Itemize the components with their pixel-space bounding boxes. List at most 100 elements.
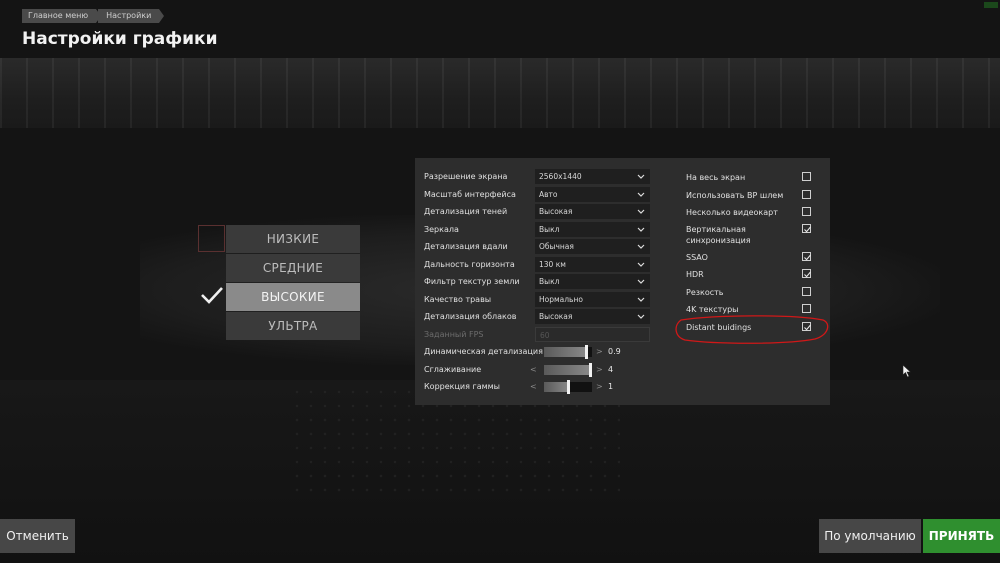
select-value: Выкл <box>539 224 560 234</box>
select-value: Авто <box>539 189 558 199</box>
slider-value: 0.9 <box>608 347 621 356</box>
arrow-left-icon[interactable]: < <box>530 378 537 395</box>
checkbox[interactable] <box>802 190 811 199</box>
slider-handle[interactable] <box>589 362 592 377</box>
setting-shadows: Детализация теней Высокая <box>424 203 650 220</box>
option-label: Вертикальная синхронизация <box>686 225 751 245</box>
checkbox[interactable] <box>802 224 811 233</box>
checkbox[interactable] <box>802 172 811 181</box>
setting-fps-limit: Заданный FPS 60 <box>424 326 650 343</box>
setting-clouds: Детализация облаков Высокая <box>424 308 650 325</box>
setting-label: Зеркала <box>424 224 459 234</box>
setting-label: Дальность горизонта <box>424 259 515 269</box>
option-label: Резкость <box>686 288 724 297</box>
arrow-right-icon[interactable]: > <box>596 361 603 378</box>
antialiasing-slider[interactable] <box>544 362 592 377</box>
setting-label: Детализация облаков <box>424 312 517 321</box>
red-highlight-circle <box>675 315 829 344</box>
checkmark-icon <box>804 271 811 278</box>
shadows-select[interactable]: Высокая <box>535 204 650 219</box>
checkbox[interactable] <box>802 287 811 296</box>
option-label: HDR <box>686 270 704 279</box>
breadcrumb: Главное меню Настройки <box>22 9 165 23</box>
fps-limit-input: 60 <box>535 326 650 342</box>
chevron-down-icon <box>637 192 645 197</box>
resolution-select[interactable]: 2560x1440 <box>535 169 650 184</box>
arrow-right-icon[interactable]: > <box>596 343 603 360</box>
setting-label: Заданный FPS <box>424 329 484 339</box>
gamma-slider[interactable] <box>544 380 592 394</box>
setting-grass: Качество травы Нормально <box>424 291 650 308</box>
preset-high[interactable]: ВЫСОКИЕ <box>226 283 360 311</box>
setting-antialiasing: Сглаживание < > 4 <box>424 361 649 378</box>
setting-ui-scale: Масштаб интерфейса Авто <box>424 186 650 203</box>
slider-value: 1 <box>608 382 614 391</box>
checkbox[interactable] <box>802 269 811 278</box>
setting-mirrors: Зеркала Выкл <box>424 221 650 238</box>
checkbox[interactable] <box>802 207 811 216</box>
cancel-button[interactable]: Отменить <box>0 519 75 553</box>
setting-distant-detail: Детализация вдали Обычная <box>424 238 650 255</box>
setting-dynamic-detail: Динамическая детализация > 0.9 <box>424 343 649 360</box>
preset-medium[interactable]: СРЕДНИЕ <box>226 254 360 282</box>
setting-label: Разрешение экрана <box>424 172 508 181</box>
setting-label: Сглаживание <box>424 364 482 374</box>
slider-handle[interactable] <box>567 380 570 394</box>
page-title: Настройки графики <box>22 29 218 49</box>
chevron-down-icon <box>637 227 645 232</box>
option-label: SSAO <box>686 253 708 262</box>
breadcrumb-settings[interactable]: Настройки <box>98 9 165 23</box>
setting-label: Фильтр текстур земли <box>424 277 520 286</box>
chevron-down-icon <box>637 279 645 284</box>
select-value: Обычная <box>539 242 574 251</box>
ui-scale-select[interactable]: Авто <box>535 186 650 202</box>
mirrors-select[interactable]: Выкл <box>535 221 650 237</box>
select-value: Выкл <box>539 277 560 286</box>
checkmark-icon <box>804 254 811 261</box>
chevron-down-icon <box>637 209 645 214</box>
preset-ultra[interactable]: УЛЬТРА <box>226 312 360 340</box>
setting-label: Детализация теней <box>424 207 508 216</box>
distant-detail-select[interactable]: Обычная <box>535 239 650 254</box>
setting-label: Динамическая детализация <box>424 347 543 356</box>
select-value: 130 км <box>539 259 566 269</box>
checkmark-icon <box>804 226 811 233</box>
setting-label: Детализация вдали <box>424 242 508 251</box>
dynamic-detail-slider[interactable] <box>544 345 592 359</box>
select-value: 2560x1440 <box>539 172 582 181</box>
preset-low[interactable]: НИЗКИЕ <box>226 225 360 253</box>
select-value: 60 <box>540 330 550 340</box>
checkbox[interactable] <box>802 304 811 313</box>
setting-label: Коррекция гаммы <box>424 382 500 391</box>
slider-value: 4 <box>608 364 614 374</box>
setting-label: Масштаб интерфейса <box>424 189 516 199</box>
setting-horizon: Дальность горизонта 130 км <box>424 256 650 273</box>
arrow-right-icon[interactable]: > <box>596 378 603 395</box>
apply-button[interactable]: ПРИНЯТЬ <box>923 519 1000 553</box>
select-value: Нормально <box>539 294 583 304</box>
chevron-down-icon <box>637 244 645 249</box>
preset-selection-frame <box>198 225 225 252</box>
setting-ground-filter: Фильтр текстур земли Выкл <box>424 273 650 290</box>
setting-resolution: Разрешение экрана 2560x1440 <box>424 168 650 185</box>
reset-default-button[interactable]: По умолчанию <box>819 519 921 553</box>
arrow-left-icon[interactable]: < <box>530 361 537 378</box>
chevron-down-icon <box>637 174 645 179</box>
select-value: Высокая <box>539 312 573 321</box>
checkbox[interactable] <box>802 252 811 261</box>
chevron-down-icon <box>637 262 645 267</box>
settings-panel: Разрешение экрана 2560x1440 Масштаб инте… <box>415 158 830 405</box>
setting-gamma: Коррекция гаммы < > 1 <box>424 378 649 395</box>
grass-select[interactable]: Нормально <box>535 291 650 307</box>
setting-label: Качество травы <box>424 294 492 304</box>
option-label: Использовать ВР шлем <box>686 191 784 200</box>
option-label: На весь экран <box>686 173 746 182</box>
ground-filter-select[interactable]: Выкл <box>535 274 650 289</box>
slider-handle[interactable] <box>585 345 588 359</box>
select-value: Высокая <box>539 207 573 216</box>
breadcrumb-main-menu[interactable]: Главное меню <box>22 9 102 23</box>
clouds-select[interactable]: Высокая <box>535 309 650 324</box>
mouse-cursor-icon <box>902 364 912 378</box>
quality-presets: НИЗКИЕ СРЕДНИЕ ВЫСОКИЕ УЛЬТРА <box>226 225 360 341</box>
horizon-select[interactable]: 130 км <box>535 256 650 272</box>
